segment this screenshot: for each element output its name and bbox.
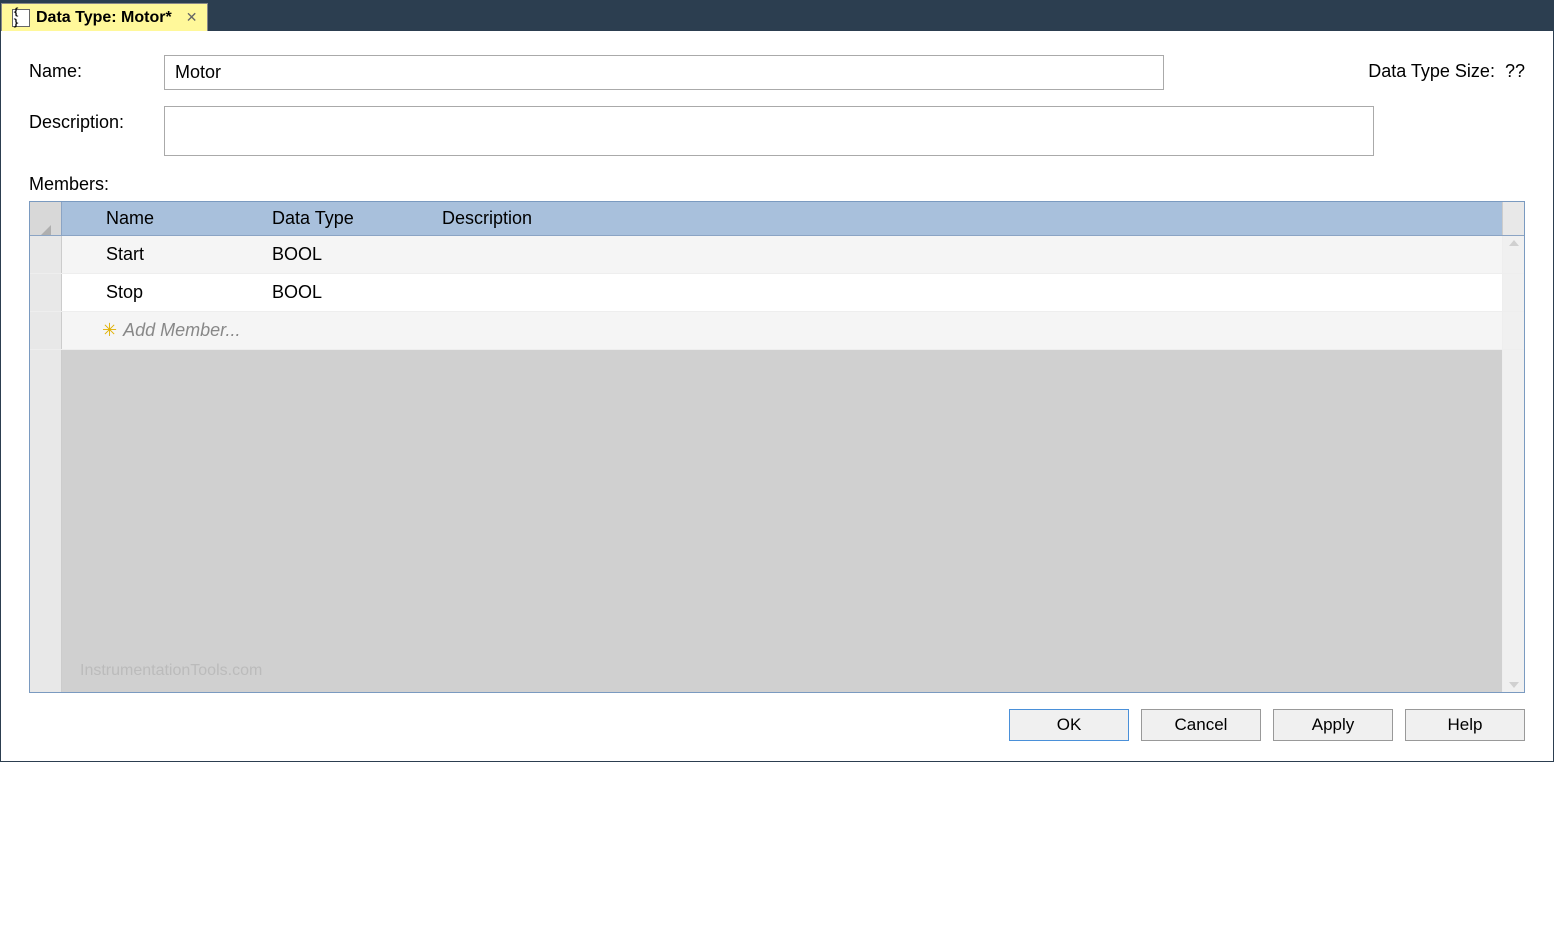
select-all-handle[interactable] [30,202,62,235]
col-header-type[interactable]: Data Type [272,208,442,229]
grid-header: Name Data Type Description [30,202,1524,236]
window: { } Data Type: Motor* ✕ Name: Data Type … [0,0,1554,762]
size-label: Data Type Size: ?? [1328,55,1525,82]
button-row: OK Cancel Apply Help [29,709,1525,741]
name-input[interactable] [164,55,1164,90]
cancel-button[interactable]: Cancel [1141,709,1261,741]
ok-button[interactable]: OK [1009,709,1129,741]
add-member-link[interactable]: ✳ Add Member... [102,320,240,341]
description-row: Description: [29,106,1525,156]
scroll-up-icon[interactable] [1502,236,1524,273]
size-value: ?? [1505,61,1525,81]
name-label: Name: [29,55,164,82]
col-header-name[interactable]: Name [102,208,272,229]
cell-name[interactable]: Stop [102,282,272,303]
cell-name[interactable]: Start [102,244,272,265]
tab-bar: { } Data Type: Motor* ✕ [1,1,1553,31]
members-label: Members: [29,174,1525,195]
description-input[interactable] [164,106,1374,156]
table-row[interactable]: Stop BOOL [30,274,1524,312]
cell-type[interactable]: BOOL [272,282,442,303]
scroll-down-icon[interactable] [1502,350,1524,692]
name-row: Name: Data Type Size: ?? [29,55,1525,90]
grid-body: Start BOOL Stop BOOL ✳ [30,236,1524,350]
close-icon[interactable]: ✕ [186,9,198,26]
members-grid: Name Data Type Description Start BOOL [29,201,1525,693]
scrollbar-gutter-top [1502,202,1524,235]
table-row[interactable]: Start BOOL [30,236,1524,274]
add-member-row[interactable]: ✳ Add Member... [30,312,1524,350]
col-header-description[interactable]: Description [442,208,1502,229]
apply-button[interactable]: Apply [1273,709,1393,741]
tab-data-type[interactable]: { } Data Type: Motor* ✕ [1,3,208,31]
sparkle-icon: ✳ [102,320,117,341]
data-type-icon: { } [12,9,30,27]
row-handle[interactable] [30,312,62,349]
cell-type[interactable]: BOOL [272,244,442,265]
description-label: Description: [29,106,164,133]
help-button[interactable]: Help [1405,709,1525,741]
tab-title: Data Type: Motor* [36,9,172,27]
row-handle[interactable] [30,236,62,273]
row-handle[interactable] [30,274,62,311]
watermark: InstrumentationTools.com [80,662,262,680]
grid-empty-area: InstrumentationTools.com [30,350,1524,692]
content-area: Name: Data Type Size: ?? Description: Me… [1,31,1553,761]
